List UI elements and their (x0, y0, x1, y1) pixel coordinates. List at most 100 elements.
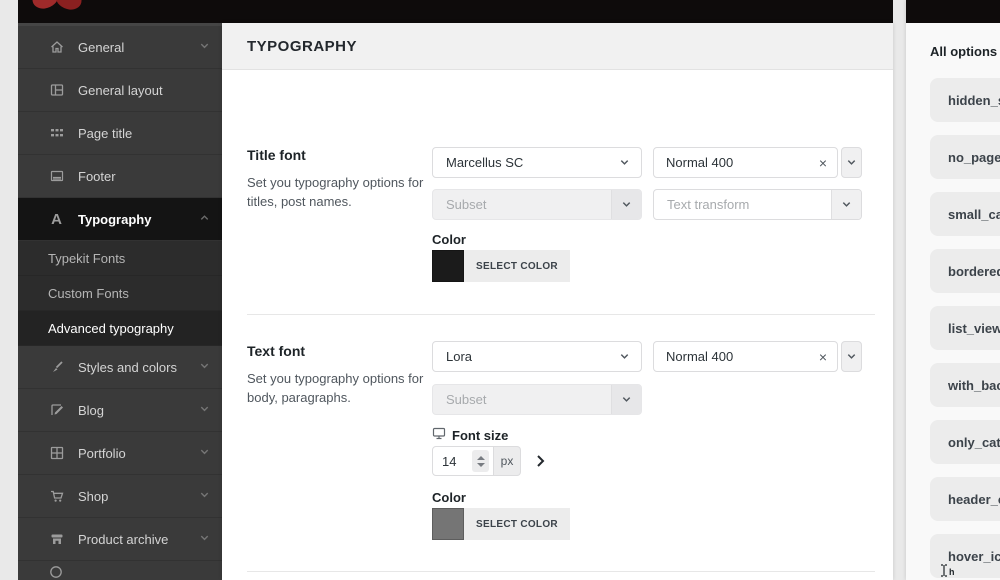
text-color-control: SELECT COLOR (432, 508, 570, 540)
sidebar-item-blog[interactable]: Blog (18, 389, 222, 432)
sidebar-item-portfolio[interactable]: Portfolio (18, 432, 222, 475)
chevron-right-icon[interactable] (536, 454, 545, 468)
title-font-subset-select[interactable]: Subset (432, 189, 642, 220)
font-size-label: Font size (452, 427, 509, 443)
sidebar-item-custom-fonts[interactable]: Custom Fonts (18, 276, 222, 311)
title-color-control: SELECT COLOR (432, 250, 570, 282)
title-font-weight-group: Normal 400 × (653, 147, 862, 178)
clear-icon[interactable]: × (819, 156, 827, 170)
font-size-stepper: px (432, 446, 545, 476)
selected-font-family: Marcellus SC (446, 155, 524, 170)
home-icon (48, 39, 65, 56)
clear-icon[interactable]: × (819, 350, 827, 364)
subset-dropdown-segment[interactable] (611, 190, 641, 219)
title-text-transform-select[interactable]: Text transform (653, 189, 862, 220)
selected-font-family: Lora (446, 349, 473, 364)
sidebar-item-label: Advanced typography (48, 320, 174, 336)
panel-header: TYPOGRAPHY (222, 23, 893, 70)
chevron-down-icon (199, 446, 210, 461)
sidebar-item-label: Footer (78, 168, 116, 184)
section-title-font-label: Title font (247, 147, 306, 163)
panel-content: Title font Set you typography options fo… (222, 70, 893, 580)
chevron-down-icon (619, 157, 630, 168)
sidebar-item-page-title[interactable]: Page title (18, 112, 222, 155)
text-color-swatch[interactable] (432, 508, 464, 540)
option-chip[interactable]: hidden_s (930, 78, 1000, 122)
sidebar-item-label: Shop (78, 488, 109, 504)
font-size-label-row: Font size (432, 427, 508, 443)
text-font-subset-select[interactable]: Subset (432, 384, 642, 415)
sidebar-item-label: General (78, 39, 125, 55)
right-panel-topbar (906, 0, 1000, 23)
option-chip[interactable]: list_view (930, 306, 1000, 350)
option-chip[interactable]: bordered (930, 249, 1000, 293)
options-sidebar: General General layout Page title Footer (18, 23, 222, 580)
sidebar-item-label: Typekit Fonts (48, 250, 126, 266)
layout-icon (48, 82, 65, 99)
title-font-family-select[interactable]: Marcellus SC (432, 147, 642, 178)
display-icon (432, 427, 446, 443)
text-font-weight-dropdown-button[interactable] (841, 341, 862, 372)
chevron-down-icon (199, 40, 210, 55)
sidebar-item-label: Blog (78, 402, 105, 418)
text-transform-dropdown-segment[interactable] (831, 190, 861, 219)
chevron-down-icon (199, 403, 210, 418)
mouse-cursor-icon: h (940, 564, 955, 577)
sidebar-item-shop[interactable]: Shop (18, 475, 222, 518)
sidebar-item-label: Page title (78, 125, 133, 141)
subset-placeholder: Subset (446, 392, 487, 407)
font-size-input[interactable] (442, 453, 464, 469)
sidebar-item-label: General layout (78, 82, 163, 98)
chevron-down-icon (199, 360, 210, 375)
section-text-font-label: Text font (247, 343, 306, 359)
title-font-weight-dropdown-button[interactable] (841, 147, 862, 178)
option-chip[interactable]: small_cat (930, 192, 1000, 236)
options-pages-panel: All options p hidden_s no_page_ small_ca… (906, 0, 1000, 580)
option-chip[interactable]: header_c (930, 477, 1000, 521)
pencil-icon (48, 402, 65, 419)
text-font-weight-group: Normal 400 × (653, 341, 862, 372)
cart-icon (48, 488, 65, 505)
title-color-label: Color (432, 232, 466, 247)
stepper-arrows[interactable] (472, 450, 489, 472)
typography-icon: A (51, 210, 62, 228)
title-select-color-button[interactable]: SELECT COLOR (464, 250, 570, 282)
option-chip[interactable]: with_bac (930, 363, 1000, 407)
footer-icon (48, 168, 65, 185)
title-font-weight-select[interactable]: Normal 400 × (653, 147, 838, 178)
sidebar-item-partial[interactable] (18, 561, 222, 580)
sidebar-item-advanced-typography[interactable]: Advanced typography (18, 311, 222, 346)
selected-font-weight: Normal 400 (666, 349, 734, 364)
sidebar-item-general-layout[interactable]: General layout (18, 69, 222, 112)
circle-icon (48, 564, 64, 580)
screen: General General layout Page title Footer (0, 0, 1000, 580)
store-icon (48, 531, 65, 548)
sidebar-item-footer[interactable]: Footer (18, 155, 222, 198)
chevron-down-icon (619, 351, 630, 362)
grid-icon (48, 445, 65, 462)
section-title-font-desc: Set you typography options for titles, p… (247, 175, 424, 209)
title-color-swatch[interactable] (432, 250, 464, 282)
subset-dropdown-segment[interactable] (611, 385, 641, 414)
sidebar-item-product-archive[interactable]: Product archive (18, 518, 222, 561)
text-font-family-select[interactable]: Lora (432, 341, 642, 372)
sidebar-item-typography[interactable]: A Typography (18, 198, 222, 241)
text-select-color-button[interactable]: SELECT COLOR (464, 508, 570, 540)
option-chip[interactable]: only_cate (930, 420, 1000, 464)
font-size-unit: px (494, 446, 521, 476)
sidebar-item-typekit-fonts[interactable]: Typekit Fonts (18, 241, 222, 276)
sidebar-item-styles-and-colors[interactable]: Styles and colors (18, 346, 222, 389)
text-font-weight-select[interactable]: Normal 400 × (653, 341, 838, 372)
right-panel-heading: All options p (930, 44, 1000, 59)
subset-placeholder: Subset (446, 197, 487, 212)
sidebar-item-label: Styles and colors (78, 359, 177, 375)
font-size-input-box (432, 446, 494, 476)
text-transform-placeholder: Text transform (667, 197, 750, 212)
selected-font-weight: Normal 400 (666, 155, 734, 170)
sidebar-item-general[interactable]: General (18, 26, 222, 69)
option-chip[interactable]: no_page_ (930, 135, 1000, 179)
sidebar-item-label: Typography (78, 211, 152, 227)
chevron-down-icon (199, 489, 210, 504)
page-title-icon (48, 125, 65, 142)
main-topbar (18, 0, 893, 23)
